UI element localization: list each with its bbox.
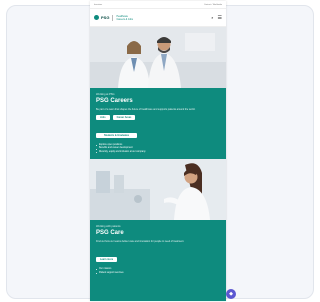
chat-assistant-button[interactable]: ◆ xyxy=(226,289,236,299)
care-title: PSG Care xyxy=(96,230,124,237)
utility-right-links[interactable]: Contact • Worldwide xyxy=(204,4,222,6)
doctors-photo xyxy=(90,27,226,88)
brand-subtitle-line2: Careers & Jobs xyxy=(116,17,133,21)
careers-link-item[interactable]: Diversity, equity and inclusion at our c… xyxy=(96,151,220,154)
lab-scientist-photo xyxy=(90,159,226,221)
students-graduates-button[interactable]: Students & Graduates xyxy=(96,133,138,138)
care-link-item[interactable]: Patient support services xyxy=(96,272,220,275)
care-section: Working with patients PSG Care Find out … xyxy=(90,220,226,301)
careers-links: Explore open positions Benefits and care… xyxy=(96,144,220,154)
brand-subtitle: Healthcare Careers & Jobs xyxy=(116,15,132,21)
sparkle-icon: ◆ xyxy=(229,291,233,297)
site-header: PSG Healthcare Careers & Jobs ⌕ ☰ xyxy=(90,9,226,27)
hero-image-lab xyxy=(90,159,226,221)
care-links: Our mission Patient support services xyxy=(96,268,220,275)
website-preview: Investors Contact • Worldwide PSG Health… xyxy=(90,1,226,301)
care-eyebrow: Working with patients xyxy=(96,225,121,229)
careers-section: Working at PSG PSG Careers Be part of a … xyxy=(90,88,226,160)
search-icon[interactable]: ⌕ xyxy=(211,15,213,20)
care-description: Find out how our teams deliver care and … xyxy=(96,240,185,244)
menu-icon[interactable]: ☰ xyxy=(218,15,222,21)
logo-icon xyxy=(94,15,99,20)
learn-more-button[interactable]: Learn more xyxy=(96,257,118,263)
careers-description: Be part of a team that shapes the future… xyxy=(96,108,196,111)
careers-button-row: Jobs Career Areas xyxy=(96,115,220,120)
utility-left-link[interactable]: Investors xyxy=(94,4,102,6)
careers-title: PSG Careers xyxy=(96,98,133,104)
careers-eyebrow: Working at PSG xyxy=(96,93,115,96)
utility-bar: Investors Contact • Worldwide xyxy=(90,1,226,9)
brand-logo[interactable]: PSG xyxy=(101,15,109,20)
hero-image-doctors xyxy=(90,27,226,88)
logo-divider xyxy=(112,14,114,21)
career-areas-button[interactable]: Career Areas xyxy=(112,115,136,120)
jobs-button[interactable]: Jobs xyxy=(96,115,110,120)
